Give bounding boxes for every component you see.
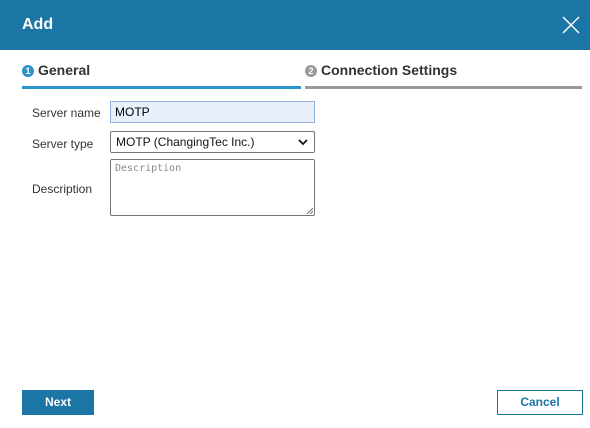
resize-handle-icon[interactable] — [305, 206, 314, 215]
cancel-button[interactable]: Cancel — [497, 390, 583, 415]
chevron-down-icon — [298, 139, 308, 146]
description-label: Description — [32, 182, 93, 196]
dialog-titlebar: Add — [0, 0, 590, 50]
wizard-steps: 1 General 2 Connection Settings — [22, 56, 582, 89]
server-name-label: Server name — [32, 106, 101, 120]
close-icon[interactable] — [560, 14, 582, 36]
step-label-connection-settings: Connection Settings — [321, 62, 458, 78]
step-label-general: General — [38, 62, 91, 78]
server-type-select[interactable]: MOTP (ChangingTec Inc.) — [110, 131, 315, 153]
add-dialog: Add 1 General 2 Connection Settings Server… — [0, 0, 590, 428]
description-textarea[interactable] — [110, 159, 315, 216]
step-number-1: 1 — [22, 65, 34, 77]
step-connection-settings[interactable]: 2 Connection Settings — [305, 56, 582, 89]
step-number-2: 2 — [305, 65, 317, 77]
server-type-label: Server type — [32, 137, 94, 151]
dialog-title: Add — [22, 16, 54, 33]
step-general[interactable]: 1 General — [22, 56, 301, 89]
next-button[interactable]: Next — [22, 390, 94, 415]
server-name-input[interactable] — [110, 101, 315, 123]
server-type-selected-value: MOTP (ChangingTec Inc.) — [116, 135, 255, 149]
